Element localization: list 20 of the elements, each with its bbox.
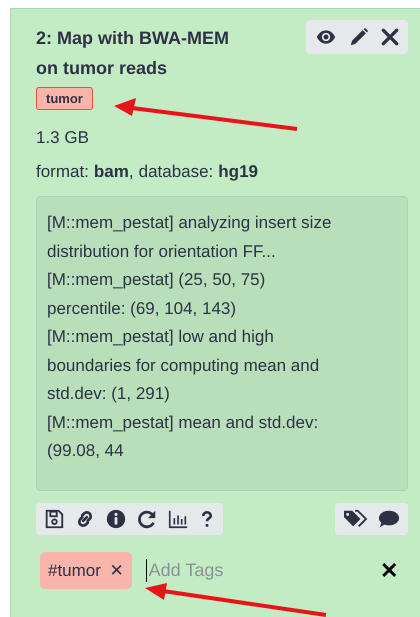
database-label: database: [138, 162, 214, 182]
tag-chip[interactable]: #tumor ✕ [40, 552, 132, 589]
redo-icon[interactable] [136, 508, 158, 530]
remove-tag-button[interactable]: ✕ [110, 561, 124, 580]
dataset-title[interactable]: 2: Map with BWA-MEM on tumor reads [36, 23, 251, 83]
close-icon[interactable] [380, 27, 400, 47]
separator-comma: , [128, 162, 134, 182]
speech-bubble-icon[interactable] [377, 508, 401, 530]
log-output: [M::mem_pestat] analyzing insert size distribution for orientation FF... [M::mem_pestat] (25, 50, 75) percentile: (69, 104, 143) [M::mem_pestat] low and high boundaries for computing mean and std.dev: (1, 291) [M::mem_pestat] mean and std.dev: (99.08, 44 [36, 196, 408, 491]
tags-icon[interactable] [342, 508, 368, 530]
bar-chart-icon[interactable] [167, 508, 189, 530]
tag-badge: tumor [36, 87, 93, 110]
add-tags-field[interactable]: Add Tags [146, 559, 341, 582]
dataset-size: 1.3 GB [36, 128, 90, 148]
database-value: hg19 [218, 162, 258, 182]
pencil-icon[interactable] [348, 26, 370, 48]
format-label: format: [36, 162, 89, 182]
close-editor-button[interactable]: ✕ [380, 558, 398, 584]
format-value: bam [94, 162, 129, 182]
info-icon[interactable] [105, 508, 127, 530]
